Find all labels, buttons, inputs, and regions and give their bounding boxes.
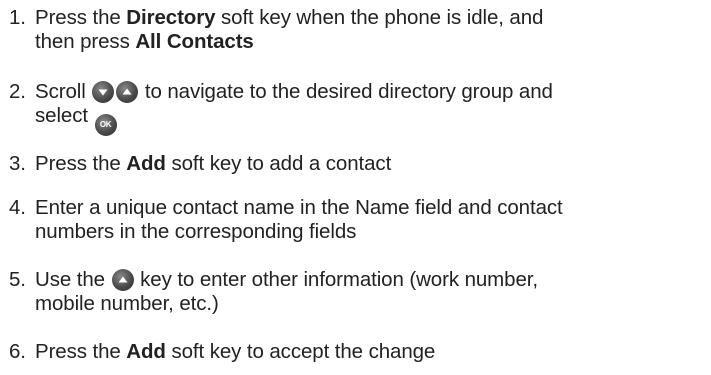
add-softkey-label: Add <box>126 340 166 363</box>
step-number: 2. <box>9 80 26 103</box>
step-number: 3. <box>9 152 26 175</box>
ok-key-icon: OK <box>94 114 117 136</box>
down-arrow-key-icon <box>92 81 115 103</box>
step-text: Use the key to enter other information (… <box>35 268 538 315</box>
add-softkey-label: Add <box>126 152 166 175</box>
step-number: 6. <box>9 340 26 363</box>
step-text: Scroll to navigate to the desired direct… <box>35 80 700 136</box>
step-text: Press the Directory soft key when the ph… <box>35 6 544 53</box>
step-text: Enter a unique contact name in the Name … <box>35 196 563 243</box>
up-arrow-key-icon <box>111 269 134 291</box>
step-text: Press the Add soft key to accept the cha… <box>35 340 436 363</box>
step-number: 5. <box>9 268 26 291</box>
all-contacts-label: All Contacts <box>135 30 254 53</box>
step-number: 4. <box>9 196 26 219</box>
directory-softkey-label: Directory <box>126 6 216 29</box>
up-arrow-key-icon <box>116 81 139 103</box>
step-number: 1. <box>9 6 26 29</box>
step-text: Press the Add soft key to add a contact <box>35 152 392 175</box>
